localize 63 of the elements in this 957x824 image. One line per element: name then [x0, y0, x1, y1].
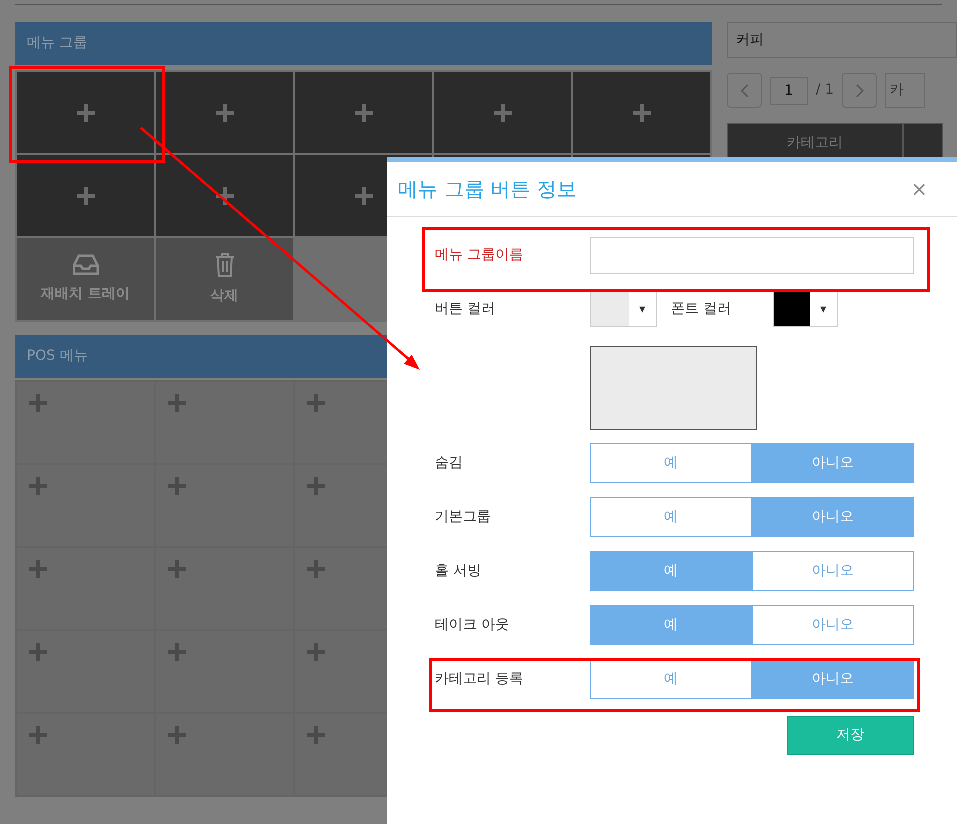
field-label: 카테고리 등록 — [435, 670, 524, 688]
field-label: 폰트 컬러 — [671, 300, 732, 318]
plus-icon — [76, 104, 94, 122]
toggle-option[interactable]: 예 — [590, 605, 752, 645]
font-color-dropdown[interactable]: ▾ — [773, 291, 838, 327]
button-color-dropdown[interactable]: ▾ — [590, 291, 657, 327]
plus-icon — [29, 726, 47, 744]
toggle-option[interactable]: 아니오 — [752, 497, 914, 537]
close-button[interactable]: × — [911, 174, 928, 204]
field-label: 홀 서빙 — [435, 562, 482, 580]
search-field[interactable]: 커피 — [727, 22, 957, 58]
field-label: 기본그룹 — [435, 508, 492, 526]
plus-icon — [307, 394, 325, 412]
plus-icon — [307, 560, 325, 578]
plus-icon — [168, 394, 186, 412]
field-label: 버튼 컬러 — [435, 300, 496, 318]
toggle-option[interactable]: 아니오 — [752, 443, 914, 483]
plus-icon — [76, 186, 94, 204]
plus-icon — [354, 104, 372, 122]
plus-icon — [307, 643, 325, 661]
chevron-right-icon — [856, 84, 864, 98]
plus-icon — [168, 560, 186, 578]
category-dropdown[interactable]: 카 — [885, 73, 926, 108]
column-header: 카테고리 — [727, 123, 903, 159]
plus-icon — [29, 394, 47, 412]
panel-title: 메뉴 그룹 — [27, 34, 88, 53]
next-page-button[interactable] — [842, 73, 878, 108]
field-label: 메뉴 그룹이름 — [435, 246, 524, 264]
toggle-option[interactable]: 예 — [590, 497, 752, 537]
inbox-tray-icon — [72, 254, 98, 276]
toggle-option[interactable]: 예 — [590, 551, 752, 591]
action-button[interactable]: 삭제 — [156, 238, 293, 320]
toggle-option[interactable]: 아니오 — [752, 551, 914, 591]
trash-icon — [214, 252, 236, 278]
toggle-option[interactable]: 예 — [590, 443, 752, 483]
plus-icon — [632, 104, 650, 122]
plus-icon — [168, 477, 186, 495]
field-label: 숨김 — [435, 454, 464, 472]
toggle-option[interactable]: 아니오 — [752, 659, 914, 699]
plus-icon — [354, 186, 372, 204]
action-button[interactable]: 재배치 트레이 — [17, 238, 154, 320]
dialog-title: 메뉴 그룹 버튼 정보 — [398, 176, 578, 203]
plus-icon — [216, 186, 234, 204]
toggle-option[interactable]: 예 — [590, 659, 752, 699]
plus-icon — [29, 477, 47, 495]
save-button[interactable]: 저장 — [787, 716, 914, 755]
page-field[interactable]: 1 — [770, 76, 808, 104]
toggle-option[interactable]: 아니오 — [752, 605, 914, 645]
page-total: / 1 — [816, 81, 834, 100]
plus-icon — [29, 560, 47, 578]
plus-icon — [216, 104, 234, 122]
panel-title: POS 메뉴 — [27, 347, 88, 366]
chevron-left-icon — [740, 84, 748, 98]
column-header — [903, 123, 943, 159]
plus-icon — [29, 643, 47, 661]
plus-icon — [168, 726, 186, 744]
field-label: 테이크 아웃 — [435, 616, 510, 634]
plus-icon — [168, 643, 186, 661]
plus-icon — [307, 726, 325, 744]
prev-page-button[interactable] — [727, 73, 762, 108]
group-name-input[interactable] — [590, 236, 914, 274]
plus-icon — [307, 477, 325, 495]
plus-icon — [494, 104, 512, 122]
